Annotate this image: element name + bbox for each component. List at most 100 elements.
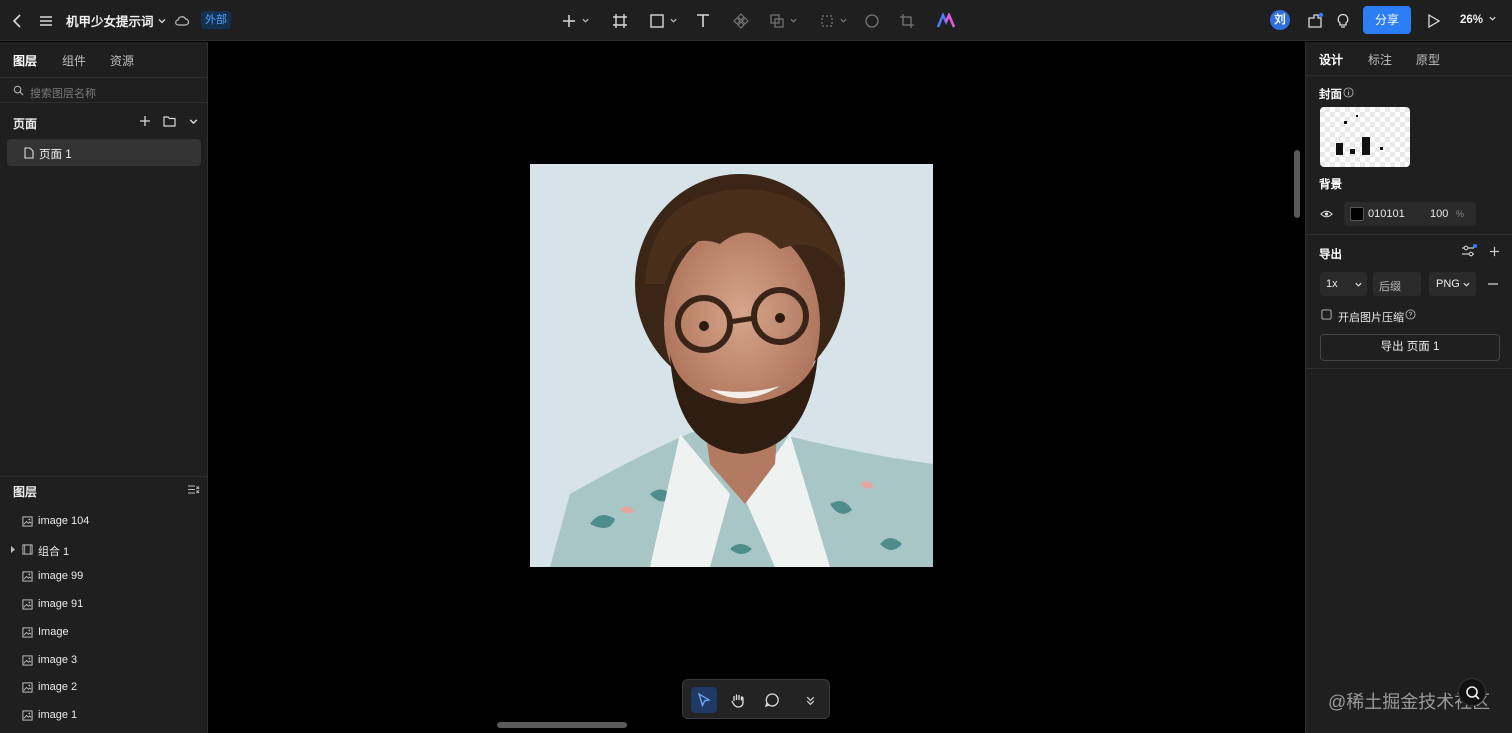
export-suffix: 后缀	[1379, 281, 1401, 293]
lightbulb-icon[interactable]	[1333, 0, 1353, 41]
page-item[interactable]: 页面 1	[7, 139, 201, 166]
tab-annotate[interactable]: 标注	[1368, 51, 1392, 68]
layer-label: image 1	[38, 708, 78, 721]
circle-tool[interactable]	[862, 0, 882, 41]
cursor-icon	[698, 693, 711, 707]
info-icon[interactable]	[1343, 87, 1354, 98]
play-icon[interactable]	[1423, 0, 1443, 41]
divider	[1306, 368, 1512, 369]
help-fab[interactable]	[1458, 678, 1486, 706]
right-panel: 设计 标注 原型 封面 背景 010101 100 % 导出 1x 后缀 PNG	[1305, 42, 1512, 733]
mask-tool[interactable]	[815, 0, 851, 41]
export-settings-icon[interactable]	[1461, 244, 1477, 258]
back-icon[interactable]	[8, 0, 28, 41]
layer-row[interactable]: 组合 1	[0, 536, 208, 563]
boolean-tool[interactable]	[765, 0, 801, 41]
search-icon	[1466, 686, 1480, 700]
tab-components[interactable]: 组件	[62, 52, 86, 69]
image-icon	[22, 599, 33, 610]
compress-checkbox[interactable]	[1321, 309, 1332, 320]
menu-icon[interactable]	[36, 0, 56, 41]
image-icon	[22, 627, 33, 638]
background-color-field[interactable]: 010101 100 %	[1344, 202, 1476, 226]
export-suffix-input[interactable]: 后缀	[1373, 272, 1421, 296]
pages-title: 页面	[13, 117, 38, 131]
divider	[1306, 234, 1512, 235]
comment-tool[interactable]	[759, 687, 785, 713]
tab-prototype[interactable]: 原型	[1416, 51, 1440, 68]
export-title: 导出	[1319, 249, 1342, 261]
eye-icon[interactable]	[1320, 209, 1333, 219]
collapse-pages-icon[interactable]	[188, 116, 199, 127]
select-tool[interactable]	[691, 687, 717, 713]
shape-tool[interactable]	[645, 0, 681, 41]
tab-design[interactable]: 设计	[1319, 51, 1343, 68]
canvas[interactable]	[209, 42, 1304, 733]
zoom-dropdown[interactable]: 26%	[1460, 0, 1497, 41]
export-scale-select[interactable]: 1x	[1320, 272, 1367, 296]
layer-label: 组合 1	[38, 545, 70, 558]
layer-search[interactable]: 搜索图层名称	[0, 77, 208, 103]
color-hex[interactable]: 010101	[1368, 208, 1405, 220]
add-page-icon[interactable]	[139, 115, 151, 127]
remove-export-icon[interactable]	[1487, 278, 1499, 290]
tab-layers[interactable]: 图层	[13, 52, 37, 69]
cloud-sync-icon[interactable]	[173, 0, 191, 41]
more-tools[interactable]	[797, 687, 823, 713]
layer-row[interactable]: image 91	[0, 591, 208, 618]
avatar[interactable]: 刘	[1270, 10, 1290, 30]
divider	[0, 476, 208, 477]
layer-label: Image	[38, 625, 69, 638]
layer-row[interactable]: image 104	[0, 508, 208, 535]
layer-row[interactable]: image 2	[0, 674, 208, 701]
image-icon	[22, 654, 33, 666]
left-sidebar: 图层 组件 资源 搜索图层名称 页面 页面 1 图层 image 104 组合 1…	[0, 42, 208, 733]
text-tool[interactable]	[693, 0, 713, 41]
tab-assets[interactable]: 资源	[110, 52, 134, 69]
layer-label: image 104	[38, 515, 90, 527]
layer-row[interactable]: image 99	[0, 563, 208, 590]
horizontal-scrollbar[interactable]	[497, 722, 627, 728]
share-button[interactable]: 分享	[1363, 6, 1411, 34]
chevron-down-icon	[158, 18, 165, 23]
chevron-down-icon	[789, 18, 797, 23]
opacity-value[interactable]: 100	[1430, 208, 1448, 220]
search-icon	[13, 85, 24, 96]
portrait-photo	[530, 164, 933, 567]
insert-tool[interactable]	[557, 0, 593, 41]
vertical-scrollbar[interactable]	[1294, 150, 1300, 218]
text-icon	[697, 13, 709, 27]
crop-icon	[900, 13, 914, 28]
caret-right-icon[interactable]	[10, 545, 16, 553]
background-title: 背景	[1319, 179, 1342, 191]
chevron-down-icon	[581, 18, 589, 23]
ai-tool[interactable]	[935, 0, 957, 41]
plugin-icon[interactable]	[1305, 0, 1325, 41]
export-scale: 1x	[1326, 278, 1338, 290]
image-icon	[22, 571, 33, 582]
component-tool[interactable]	[731, 0, 751, 41]
layer-row[interactable]: image 3	[0, 647, 208, 674]
layer-row[interactable]: Image	[0, 619, 208, 646]
group-icon	[22, 544, 33, 555]
add-export-icon[interactable]	[1489, 246, 1500, 257]
document-title-dropdown[interactable]: 机甲少女提示词	[66, 0, 167, 41]
cover-thumbnail[interactable]	[1320, 107, 1410, 167]
export-button[interactable]: 导出 页面 1	[1320, 334, 1500, 361]
top-toolbar: 机甲少女提示词 外部 刘 分享 26%	[0, 0, 1512, 41]
color-swatch[interactable]	[1350, 207, 1364, 221]
layer-row[interactable]: image 1	[0, 702, 208, 729]
bottom-toolbar	[682, 679, 830, 719]
divider	[1306, 75, 1512, 76]
artboard-image[interactable]	[530, 164, 933, 567]
hand-tool[interactable]	[725, 687, 751, 713]
comment-icon	[764, 693, 779, 708]
opacity-unit: %	[1456, 209, 1465, 219]
folder-icon[interactable]	[163, 115, 176, 127]
frame-tool[interactable]	[610, 0, 630, 41]
export-format-select[interactable]: PNG	[1429, 272, 1476, 296]
help-icon[interactable]	[1405, 309, 1416, 320]
collapse-all-icon[interactable]	[187, 484, 200, 495]
crop-tool[interactable]	[897, 0, 917, 41]
search-input[interactable]: 搜索图层名称	[30, 85, 96, 101]
